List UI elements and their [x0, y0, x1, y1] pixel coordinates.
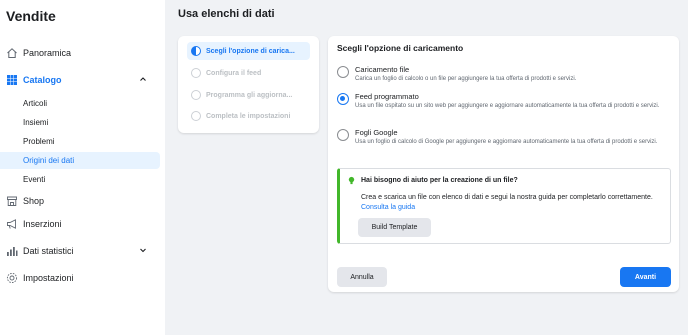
sidebar-subitem-insiemi[interactable]: Insiemi [0, 114, 160, 131]
option-description: Usa un file ospitato su un sito web per … [355, 103, 660, 109]
chevron-up-icon[interactable] [138, 74, 148, 84]
app-title: Vendite [6, 8, 56, 24]
megaphone-icon [6, 218, 18, 230]
sidebar-item-label: Impostazioni [23, 273, 74, 283]
guide-link[interactable]: Consulta la guida [361, 204, 415, 211]
sidebar-item-shop[interactable]: Shop [0, 191, 160, 211]
upload-option-card: Scegli l'opzione di caricamento Caricame… [328, 36, 679, 292]
shop-icon [6, 195, 18, 207]
option-file-upload[interactable]: Caricamento file Carica un foglio di cal… [337, 65, 673, 87]
sidebar-item-label: Panoramica [23, 48, 72, 58]
sidebar-item-dati-statistici[interactable]: Dati statistici [0, 241, 160, 261]
next-button[interactable]: Avanti [620, 267, 671, 287]
step-circle-icon [191, 111, 201, 121]
sidebar-item-label: Catalogo [23, 75, 62, 85]
sidebar-item-label: Inserzioni [23, 219, 62, 229]
step-choose-option[interactable]: Scegli l'opzione di carica... [187, 42, 310, 60]
bar-chart-icon [6, 245, 18, 257]
sidebar-subitem-articoli[interactable]: Articoli [0, 95, 160, 112]
build-template-button[interactable]: Build Template [358, 218, 431, 237]
radio-file-upload[interactable] [337, 66, 349, 78]
sidebar-item-label: Dati statistici [23, 246, 74, 256]
step-circle-icon [191, 68, 201, 78]
grid-icon [6, 74, 18, 86]
sidebar-item-label: Shop [23, 196, 45, 206]
help-text-body: Crea e scarica un file con elenco di dat… [361, 194, 653, 201]
lightbulb-icon [348, 176, 355, 185]
radio-google-sheets[interactable] [337, 129, 349, 141]
option-description: Carica un foglio di calcolo o un file pe… [355, 76, 577, 82]
sidebar: Vendite Panoramica Catalogo Articoli Ins… [0, 0, 165, 335]
help-title: Hai bisogno di aiuto per la creazione di… [361, 177, 518, 184]
option-title: Caricamento file [355, 65, 410, 74]
gear-icon [6, 272, 18, 284]
step-label: Completa le impostazioni [206, 112, 291, 120]
sidebar-subitem-problemi[interactable]: Problemi [0, 133, 160, 150]
card-title: Scegli l'opzione di caricamento [337, 43, 464, 53]
option-title: Feed programmato [355, 92, 419, 101]
step-complete-settings: Completa le impostazioni [187, 107, 310, 125]
step-circle-icon [191, 90, 201, 100]
help-box: Hai bisogno di aiuto per la creazione di… [337, 168, 671, 244]
cancel-button[interactable]: Annulla [337, 267, 387, 287]
sidebar-item-inserzioni[interactable]: Inserzioni [0, 214, 160, 234]
option-scheduled-feed[interactable]: Feed programmato Usa un file ospitato su… [337, 92, 673, 122]
page-title: Usa elenchi di dati [178, 8, 275, 20]
sidebar-subitem-eventi[interactable]: Eventi [0, 171, 160, 188]
step-schedule-updates: Programma gli aggiorna... [187, 86, 310, 104]
option-title: Fogli Google [355, 128, 398, 137]
sidebar-subitem-origini-dei-dati[interactable]: Origini dei dati [0, 152, 160, 169]
step-progress-icon [191, 46, 201, 56]
step-label: Scegli l'opzione di carica... [206, 47, 295, 55]
chevron-down-icon[interactable] [138, 245, 148, 255]
help-text: Crea e scarica un file con elenco di dat… [361, 193, 661, 213]
step-configure-feed: Configura il feed [187, 64, 310, 82]
sidebar-item-impostazioni[interactable]: Impostazioni [0, 268, 160, 288]
step-label: Configura il feed [206, 69, 262, 77]
sidebar-item-catalogo[interactable]: Catalogo [0, 70, 160, 90]
radio-scheduled-feed[interactable] [337, 93, 349, 105]
option-google-sheets[interactable]: Fogli Google Usa un foglio di calcolo di… [337, 128, 673, 158]
option-description: Usa un foglio di calcolo di Google per a… [355, 139, 658, 145]
step-label: Programma gli aggiorna... [206, 91, 293, 99]
sidebar-item-panoramica[interactable]: Panoramica [0, 43, 160, 63]
steps-panel: Scegli l'opzione di carica... Configura … [178, 36, 319, 133]
home-icon [6, 47, 18, 59]
